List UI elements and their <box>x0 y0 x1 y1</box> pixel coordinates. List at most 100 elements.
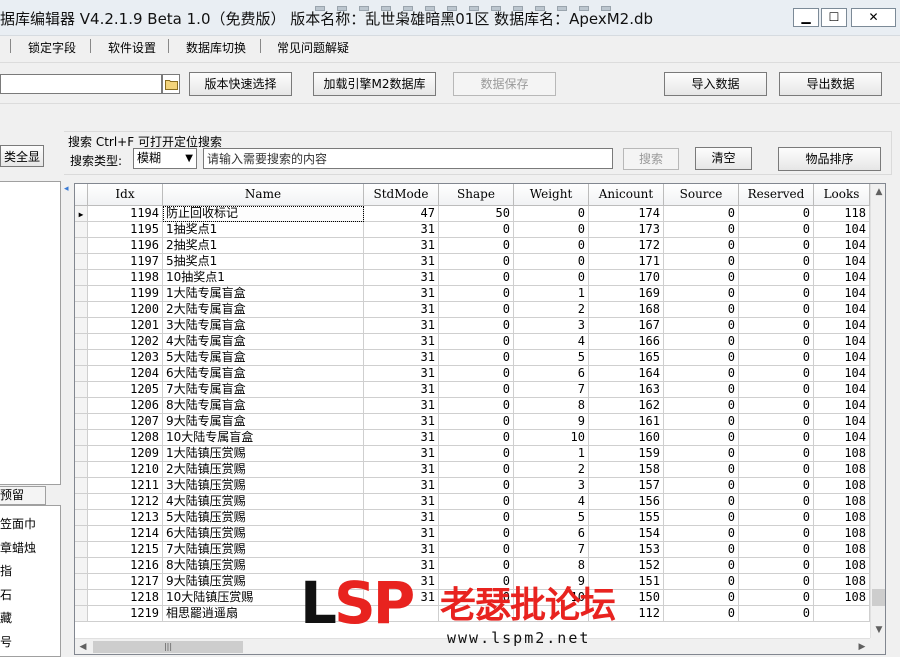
cell-looks[interactable]: 108 <box>814 526 870 542</box>
table-row[interactable]: 1208 10大陆专属盲盒 31 0 10 160 0 0 104 <box>75 430 870 446</box>
row-indicator[interactable] <box>75 462 88 478</box>
table-row[interactable]: 1202 4大陆专属盲盒 31 0 4 166 0 0 104 <box>75 334 870 350</box>
load-engine-db-button[interactable]: 加载引擎M2数据库 <box>313 72 436 96</box>
cell-weight[interactable]: 7 <box>514 542 589 558</box>
cell-looks[interactable]: 108 <box>814 574 870 590</box>
cell-anicount[interactable]: 157 <box>589 478 664 494</box>
import-data-button[interactable]: 导入数据 <box>664 72 767 96</box>
cell-stdmode[interactable]: 31 <box>364 222 439 238</box>
list-item[interactable]: 藏 <box>0 609 12 626</box>
cell-idx[interactable]: 1195 <box>88 222 163 238</box>
cell-reserved[interactable]: 0 <box>739 206 814 222</box>
cell-anicount[interactable]: 159 <box>589 446 664 462</box>
cell-reserved[interactable]: 0 <box>739 382 814 398</box>
cell-shape[interactable]: 0 <box>439 446 514 462</box>
cell-weight[interactable]: 9 <box>514 414 589 430</box>
cell-anicount[interactable]: 167 <box>589 318 664 334</box>
cell-idx[interactable]: 1207 <box>88 414 163 430</box>
scroll-right-icon[interactable]: ▶ <box>854 639 870 654</box>
cell-looks[interactable]: 104 <box>814 334 870 350</box>
table-row[interactable]: 1210 2大陆镇压赏赐 31 0 2 158 0 0 108 <box>75 462 870 478</box>
cell-reserved[interactable]: 0 <box>739 494 814 510</box>
cell-stdmode[interactable]: 31 <box>364 366 439 382</box>
cell-name[interactable]: 6大陆专属盲盒 <box>163 366 364 382</box>
cell-source[interactable]: 0 <box>664 526 739 542</box>
cell-shape[interactable]: 0 <box>439 430 514 446</box>
cell-reserved[interactable]: 0 <box>739 414 814 430</box>
header-col-looks[interactable]: Looks <box>814 184 870 206</box>
reserved-list[interactable]: 笠面巾 章蜡烛 指 石 藏 号 <box>0 505 61 657</box>
row-indicator[interactable] <box>75 334 88 350</box>
cell-stdmode[interactable]: 31 <box>364 302 439 318</box>
cell-stdmode[interactable]: 31 <box>364 542 439 558</box>
table-row[interactable]: 1204 6大陆专属盲盒 31 0 6 164 0 0 104 <box>75 366 870 382</box>
cell-weight[interactable]: 8 <box>514 398 589 414</box>
cell-name[interactable]: 5大陆镇压赏赐 <box>163 510 364 526</box>
header-col-stdmode[interactable]: StdMode <box>364 184 439 206</box>
cell-name[interactable]: 2大陆镇压赏赐 <box>163 462 364 478</box>
cell-reserved[interactable]: 0 <box>739 574 814 590</box>
row-indicator[interactable] <box>75 478 88 494</box>
cell-shape[interactable]: 0 <box>439 350 514 366</box>
cell-shape[interactable]: 0 <box>439 542 514 558</box>
row-indicator[interactable] <box>75 542 88 558</box>
cell-shape[interactable]: 0 <box>439 398 514 414</box>
cell-stdmode[interactable]: 31 <box>364 382 439 398</box>
export-data-button[interactable]: 导出数据 <box>779 72 882 96</box>
cell-reserved[interactable]: 0 <box>739 366 814 382</box>
cell-source[interactable]: 0 <box>664 558 739 574</box>
scroll-down-icon[interactable]: ▼ <box>871 622 885 639</box>
item-sort-button[interactable]: 物品排序 <box>778 147 881 171</box>
table-row[interactable]: 1211 3大陆镇压赏赐 31 0 3 157 0 0 108 <box>75 478 870 494</box>
cell-idx[interactable]: 1214 <box>88 526 163 542</box>
table-row[interactable]: 1209 1大陆镇压赏赐 31 0 1 159 0 0 108 <box>75 446 870 462</box>
cell-source[interactable]: 0 <box>664 286 739 302</box>
cell-name[interactable]: 6大陆镇压赏赐 <box>163 526 364 542</box>
table-row[interactable]: 1206 8大陆专属盲盒 31 0 8 162 0 0 104 <box>75 398 870 414</box>
menu-faq[interactable]: 常见问题解疑 <box>277 39 349 56</box>
cell-reserved[interactable]: 0 <box>739 558 814 574</box>
cell-source[interactable]: 0 <box>664 478 739 494</box>
scroll-left-icon[interactable]: ◀ <box>75 639 91 654</box>
cell-source[interactable]: 0 <box>664 382 739 398</box>
table-row[interactable]: 1212 4大陆镇压赏赐 31 0 4 156 0 0 108 <box>75 494 870 510</box>
cell-weight[interactable]: 0 <box>514 206 589 222</box>
cell-looks[interactable]: 104 <box>814 222 870 238</box>
cell-reserved[interactable]: 0 <box>739 334 814 350</box>
header-col-anicount[interactable]: Anicount <box>589 184 664 206</box>
cell-anicount[interactable]: 160 <box>589 430 664 446</box>
cell-name[interactable]: 4大陆专属盲盒 <box>163 334 364 350</box>
cell-looks[interactable]: 108 <box>814 558 870 574</box>
cell-weight[interactable]: 10 <box>514 430 589 446</box>
cell-reserved[interactable]: 0 <box>739 238 814 254</box>
cell-anicount[interactable]: 170 <box>589 270 664 286</box>
row-indicator[interactable] <box>75 494 88 510</box>
cell-anicount[interactable]: 172 <box>589 238 664 254</box>
table-row[interactable]: 1200 2大陆专属盲盒 31 0 2 168 0 0 104 <box>75 302 870 318</box>
cell-idx[interactable]: 1210 <box>88 462 163 478</box>
row-indicator[interactable] <box>75 350 88 366</box>
cell-anicount[interactable]: 153 <box>589 542 664 558</box>
cell-idx[interactable]: 1218 <box>88 590 163 606</box>
cell-reserved[interactable]: 0 <box>739 526 814 542</box>
list-item[interactable]: 号 <box>0 633 12 650</box>
cell-stdmode[interactable]: 31 <box>364 510 439 526</box>
cell-anicount[interactable]: 169 <box>589 286 664 302</box>
cell-anicount[interactable]: 168 <box>589 302 664 318</box>
cell-stdmode[interactable]: 31 <box>364 254 439 270</box>
row-indicator[interactable] <box>75 430 88 446</box>
header-col-shape[interactable]: Shape <box>439 184 514 206</box>
cell-anicount[interactable]: 163 <box>589 382 664 398</box>
vertical-scrollbar[interactable]: ▲ ▼ <box>870 184 885 639</box>
row-indicator[interactable] <box>75 606 88 622</box>
cell-shape[interactable]: 0 <box>439 526 514 542</box>
list-item[interactable]: 笠面巾 <box>0 515 36 532</box>
cell-weight[interactable]: 3 <box>514 318 589 334</box>
cell-name[interactable]: 2大陆专属盲盒 <box>163 302 364 318</box>
cell-anicount[interactable]: 174 <box>589 206 664 222</box>
cell-weight[interactable]: 0 <box>514 222 589 238</box>
search-type-select[interactable]: 模糊 ▼ <box>133 148 197 169</box>
cell-source[interactable]: 0 <box>664 398 739 414</box>
cell-idx[interactable]: 1209 <box>88 446 163 462</box>
row-indicator[interactable] <box>75 318 88 334</box>
